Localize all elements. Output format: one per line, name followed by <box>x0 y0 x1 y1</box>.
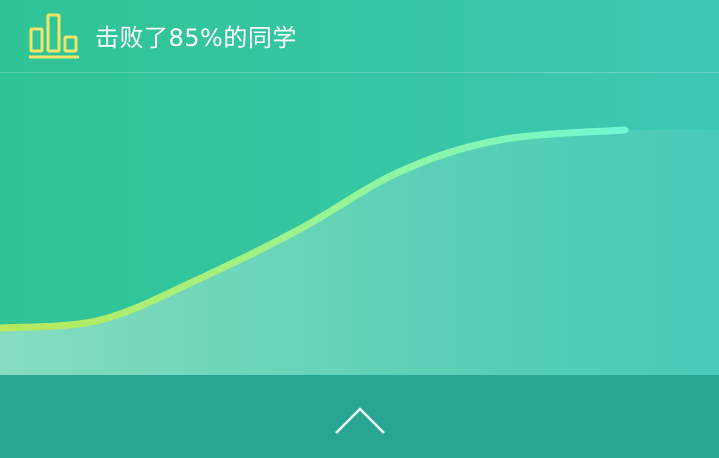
rank-card: 击败了85%的同学 <box>0 0 719 458</box>
area-fill <box>0 130 719 375</box>
card-header: 击败了85%的同学 <box>0 0 719 73</box>
chart-svg <box>0 126 719 375</box>
card-footer <box>0 375 719 458</box>
collapse-button[interactable] <box>334 405 386 437</box>
bar-chart-icon <box>29 13 79 59</box>
header-title: 击败了85%的同学 <box>95 24 297 52</box>
chevron-up-icon <box>335 407 385 434</box>
chart-area <box>0 74 719 375</box>
